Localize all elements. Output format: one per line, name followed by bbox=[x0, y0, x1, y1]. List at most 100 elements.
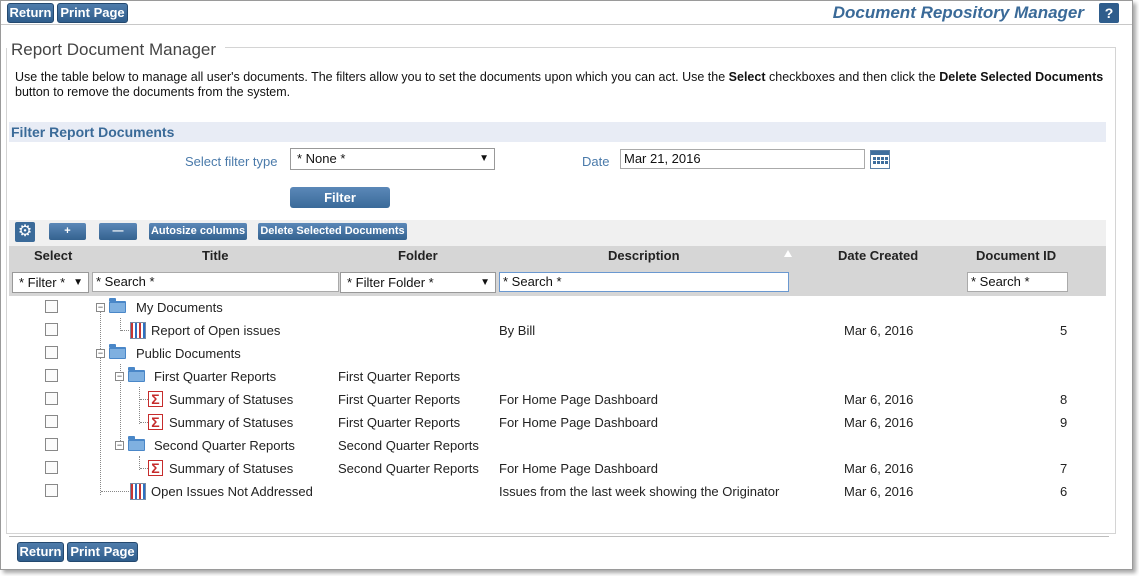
row-document-id: 7 bbox=[1060, 461, 1068, 476]
return-button-bottom[interactable]: Return bbox=[17, 542, 64, 562]
help-icon[interactable]: ? bbox=[1099, 3, 1119, 23]
sigma-icon: Σ bbox=[148, 460, 163, 476]
column-header-title[interactable]: Title bbox=[202, 248, 229, 263]
select-filter-value: * Filter * bbox=[19, 275, 66, 290]
collapse-icon[interactable]: − bbox=[115, 441, 124, 450]
row-description: For Home Page Dashboard bbox=[499, 392, 658, 407]
filter-section-heading: Filter Report Documents bbox=[9, 122, 1106, 142]
intro-bold-select: Select bbox=[728, 70, 766, 84]
dropdown-arrow-icon: ▼ bbox=[73, 277, 83, 288]
table-row[interactable]: Report of Open issues By Bill Mar 6, 201… bbox=[9, 319, 1106, 342]
grid-toolbar: ⚙ + — Autosize columns Delete Selected D… bbox=[9, 220, 1106, 246]
select-checkbox[interactable] bbox=[45, 438, 58, 451]
folder-filter-value: * Filter Folder * bbox=[347, 275, 434, 290]
title-search-input[interactable]: * Search * bbox=[92, 272, 339, 292]
column-header-select[interactable]: Select bbox=[34, 248, 72, 263]
panel-title: Report Document Manager bbox=[11, 40, 221, 60]
date-label: Date bbox=[582, 154, 610, 169]
app-title: Document Repository Manager bbox=[832, 3, 1084, 22]
row-folder: Second Quarter Reports bbox=[338, 461, 479, 476]
row-title: Report of Open issues bbox=[151, 323, 281, 338]
row-title: First Quarter Reports bbox=[154, 369, 277, 384]
select-checkbox[interactable] bbox=[45, 369, 58, 382]
add-row-button[interactable]: + bbox=[49, 223, 86, 240]
collapse-icon[interactable]: − bbox=[115, 372, 124, 381]
table-row[interactable]: − My Documents bbox=[9, 296, 1106, 319]
print-page-button[interactable]: Print Page bbox=[57, 3, 128, 23]
row-document-id: 8 bbox=[1060, 392, 1068, 407]
sort-ascending-icon[interactable] bbox=[784, 250, 792, 257]
app-window: Return Print Page Document Repository Ma… bbox=[0, 0, 1133, 570]
row-folder: First Quarter Reports bbox=[338, 392, 461, 407]
calendar-icon[interactable] bbox=[870, 150, 890, 169]
filter-type-value: * None * bbox=[297, 151, 346, 166]
table-row[interactable]: − Second Quarter Reports Second Quarter … bbox=[9, 434, 1106, 457]
select-checkbox[interactable] bbox=[45, 346, 58, 359]
delete-selected-documents-button[interactable]: Delete Selected Documents bbox=[258, 223, 407, 240]
filter-type-select[interactable]: * None * ▼ bbox=[290, 148, 495, 170]
row-title: Summary of Statuses bbox=[169, 415, 294, 430]
tree-line bbox=[101, 491, 129, 492]
row-date: Mar 6, 2016 bbox=[844, 323, 914, 338]
panel-top-border bbox=[225, 47, 1116, 48]
report-icon bbox=[130, 322, 146, 339]
intro-text-part: button to remove the documents from the … bbox=[15, 85, 291, 99]
sigma-icon: Σ bbox=[148, 391, 163, 407]
table-row[interactable]: − First Quarter Reports First Quarter Re… bbox=[9, 365, 1106, 388]
row-folder: First Quarter Reports bbox=[338, 415, 461, 430]
autosize-columns-button[interactable]: Autosize columns bbox=[149, 223, 247, 240]
select-checkbox[interactable] bbox=[45, 323, 58, 336]
row-date: Mar 6, 2016 bbox=[844, 415, 914, 430]
row-title: Summary of Statuses bbox=[169, 392, 294, 407]
row-document-id: 6 bbox=[1060, 484, 1068, 499]
collapse-icon[interactable]: − bbox=[96, 349, 105, 358]
table-row[interactable]: Σ Summary of Statuses Second Quarter Rep… bbox=[9, 457, 1106, 480]
folder-icon bbox=[128, 367, 145, 382]
column-header-description[interactable]: Description bbox=[608, 248, 680, 263]
row-date: Mar 6, 2016 bbox=[844, 461, 914, 476]
folder-icon bbox=[109, 344, 126, 359]
tree-line bbox=[140, 422, 148, 423]
column-header-folder[interactable]: Folder bbox=[398, 248, 438, 263]
row-document-id: 9 bbox=[1060, 415, 1068, 430]
description-search-input[interactable]: * Search * bbox=[499, 272, 789, 292]
collapse-icon[interactable]: − bbox=[96, 303, 105, 312]
dropdown-arrow-icon: ▼ bbox=[480, 277, 490, 288]
row-title: Open Issues Not Addressed bbox=[151, 484, 313, 499]
tree-line bbox=[140, 399, 148, 400]
row-description: For Home Page Dashboard bbox=[499, 461, 658, 476]
row-description: Issues from the last week showing the Or… bbox=[499, 484, 780, 499]
row-title: My Documents bbox=[136, 300, 223, 315]
select-checkbox[interactable] bbox=[45, 392, 58, 405]
row-date: Mar 6, 2016 bbox=[844, 392, 914, 407]
select-checkbox[interactable] bbox=[45, 300, 58, 313]
date-input[interactable]: Mar 21, 2016 bbox=[620, 149, 865, 169]
intro-text-part: checkboxes and then click the bbox=[765, 70, 940, 84]
folder-column-filter[interactable]: * Filter Folder * ▼ bbox=[340, 272, 496, 293]
column-filter-row: * Filter * ▼ * Search * * Filter Folder *… bbox=[9, 266, 1106, 296]
select-checkbox[interactable] bbox=[45, 415, 58, 428]
table-row[interactable]: Σ Summary of Statuses First Quarter Repo… bbox=[9, 388, 1106, 411]
select-checkbox[interactable] bbox=[45, 484, 58, 497]
table-row[interactable]: Σ Summary of Statuses First Quarter Repo… bbox=[9, 411, 1106, 434]
row-description: For Home Page Dashboard bbox=[499, 415, 658, 430]
row-date: Mar 6, 2016 bbox=[844, 484, 914, 499]
document-id-search-input[interactable]: * Search * bbox=[967, 272, 1068, 292]
sigma-icon: Σ bbox=[148, 414, 163, 430]
column-header-date-created[interactable]: Date Created bbox=[838, 248, 918, 263]
remove-row-button[interactable]: — bbox=[99, 223, 137, 240]
row-description: By Bill bbox=[499, 323, 536, 338]
gear-icon[interactable]: ⚙ bbox=[15, 222, 35, 242]
table-row[interactable]: − Public Documents bbox=[9, 342, 1106, 365]
return-button[interactable]: Return bbox=[7, 3, 54, 23]
row-folder: First Quarter Reports bbox=[338, 369, 461, 384]
top-bar: Return Print Page Document Repository Ma… bbox=[1, 1, 1132, 25]
filter-button[interactable]: Filter bbox=[290, 187, 390, 208]
print-page-button-bottom[interactable]: Print Page bbox=[67, 542, 138, 562]
folder-icon bbox=[109, 298, 126, 313]
select-checkbox[interactable] bbox=[45, 461, 58, 474]
intro-text-part: Use the table below to manage all user's… bbox=[15, 70, 729, 84]
table-row[interactable]: Open Issues Not Addressed Issues from th… bbox=[9, 480, 1106, 503]
column-header-document-id[interactable]: Document ID bbox=[976, 248, 1056, 263]
select-column-filter[interactable]: * Filter * ▼ bbox=[12, 272, 89, 293]
